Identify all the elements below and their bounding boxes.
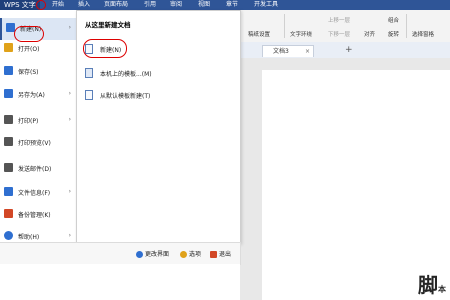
ribbon-tab-references[interactable]: 引用 [144,0,156,10]
menu-item-label: 打开(O) [18,46,40,53]
exit-icon [210,251,217,258]
mail-icon [4,163,13,172]
document-page[interactable] [262,70,450,300]
print-icon [4,115,13,124]
options-label: 选项 [189,251,202,258]
new-tab-icon[interactable]: + [345,45,353,55]
ribbon-tab-home[interactable]: 开始 [52,0,64,10]
background-area [0,264,240,300]
document-tab-label: 文档3 [273,48,289,55]
change-interface-label: 更改界面 [145,251,170,258]
menu-item-send-mail[interactable]: 发送邮件(D) [0,158,76,180]
file-info-icon [4,187,13,196]
menu-item-label: 打印预览(V) [18,140,51,147]
ribbon-tab-review[interactable]: 审阅 [170,0,182,10]
watermark-logo: 脚本 [418,273,446,297]
document-tab-strip: 文档3 × + [240,42,450,59]
ribbon: 稿纸设置 文字环绕 上移一层 下移一层 对齐 组合 旋转 选择窗格 [240,10,450,43]
open-folder-icon [4,43,13,52]
ribbon-bring-forward[interactable]: 上移一层 [328,16,350,24]
submenu-title: 从这里新建文档 [85,21,131,29]
app-menu-dropdown-highlight[interactable] [36,0,46,10]
ribbon-tab-developer[interactable]: 开发工具 [254,0,278,10]
menu-item-print[interactable]: 打印(P) › [0,110,76,132]
menu-item-save-as[interactable]: 另存为(A) › [0,84,76,106]
submenu-item-local-template[interactable]: 本机上的模板...(M) [85,65,235,81]
menu-item-backup[interactable]: 备份管理(K) [0,204,76,226]
ribbon-tab-insert[interactable]: 插入 [78,0,90,10]
chevron-right-icon: › [68,116,71,123]
save-as-icon [4,89,13,98]
chevron-right-icon: › [68,90,71,97]
backup-icon [4,209,13,218]
exit-button[interactable]: 退出 [210,249,231,258]
ribbon-send-backward[interactable]: 下移一层 [328,30,350,38]
new-document-submenu: 从这里新建文档 新建(N) 本机上的模板...(M) 从默认模板新建(T) [76,10,241,244]
file-menu: 新建(N) › 打开(O) 保存(S) 另存为(A) › 打印(P) › 打印预… [0,10,77,242]
save-icon [4,66,13,75]
menu-item-label: 另存为(A) [18,92,45,99]
exit-label: 退出 [219,251,232,258]
menu-item-label: 发送邮件(D) [18,166,52,173]
submenu-item-label: 本机上的模板...(M) [100,71,152,78]
menu-item-label: 保存(S) [18,69,39,76]
title-bar: WPS 文字 开始 插入 页面布局 引用 审阅 视图 章节 开发工具 [0,0,450,10]
menu-footer: 更改界面 选项 退出 [0,242,241,265]
close-icon[interactable]: × [305,46,310,58]
submenu-item-default-template[interactable]: 从默认模板新建(T) [85,87,235,103]
ribbon-group[interactable]: 组合 [388,16,399,24]
menu-item-label: 备份管理(K) [18,212,51,219]
ribbon-selection-pane[interactable]: 选择窗格 [412,30,434,38]
options-button[interactable]: 选项 [180,249,201,258]
ribbon-rotate[interactable]: 旋转 [388,30,399,38]
chevron-right-icon: › [68,188,71,195]
interface-icon [136,251,143,258]
ribbon-align[interactable]: 对齐 [364,30,375,38]
highlight-circle [83,39,127,58]
menu-item-print-preview[interactable]: 打印预览(V) [0,132,76,154]
chevron-right-icon: › [68,232,71,239]
gear-icon [180,251,187,258]
menu-item-label: 打印(P) [18,118,39,125]
ribbon-separator [284,14,285,38]
document-tab[interactable]: 文档3 × [262,45,314,57]
menu-item-new[interactable]: 新建(N) › [0,18,76,42]
ribbon-tab-chapter[interactable]: 章节 [226,0,238,10]
print-preview-icon [4,137,13,146]
ribbon-tab-view[interactable]: 视图 [198,0,210,10]
menu-item-label: 文件信息(F) [18,190,51,197]
ribbon-paper-setup[interactable]: 稿纸设置 [248,30,270,38]
help-icon [4,231,13,240]
menu-item-open[interactable]: 打开(O) [0,38,76,60]
change-interface-button[interactable]: 更改界面 [136,249,169,258]
ribbon-separator [406,14,407,38]
ribbon-tab-layout[interactable]: 页面布局 [104,0,128,10]
default-template-icon [85,90,93,100]
template-icon [85,68,93,78]
ribbon-text-wrap[interactable]: 文字环绕 [290,30,312,38]
menu-item-label: 帮助(H) [18,234,40,241]
menu-item-save[interactable]: 保存(S) [0,61,76,83]
menu-item-file-info[interactable]: 文件信息(F) › [0,182,76,204]
app-menu-button[interactable]: WPS 文字 [0,0,40,10]
submenu-item-label: 从默认模板新建(T) [100,93,151,100]
chevron-right-icon: › [68,24,71,31]
